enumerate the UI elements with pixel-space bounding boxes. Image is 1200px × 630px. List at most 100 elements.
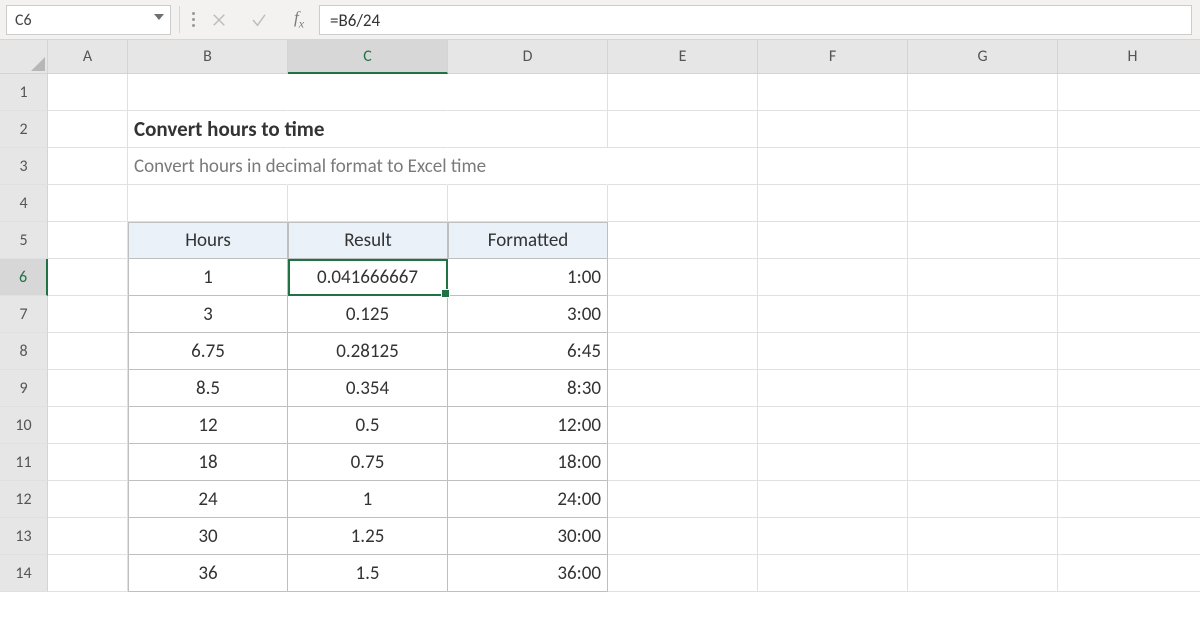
col-header-d[interactable]: D — [448, 40, 608, 74]
cell[interactable] — [758, 518, 908, 555]
cells-area[interactable]: Convert hours to time Convert hours in d… — [48, 74, 1200, 592]
cell[interactable] — [48, 333, 128, 370]
row-header-12[interactable]: 12 — [0, 481, 48, 518]
cell[interactable] — [758, 333, 908, 370]
table-cell[interactable]: 6.75 — [128, 333, 288, 370]
cell[interactable] — [288, 185, 448, 222]
cell[interactable] — [908, 407, 1058, 444]
cell[interactable] — [1058, 518, 1200, 555]
row-header-7[interactable]: 7 — [0, 296, 48, 333]
cell[interactable] — [608, 185, 758, 222]
cell[interactable] — [908, 333, 1058, 370]
cell[interactable] — [758, 481, 908, 518]
table-cell[interactable]: 36:00 — [448, 555, 608, 592]
table-cell[interactable]: 1:00 — [448, 259, 608, 296]
table-cell[interactable]: 0.75 — [288, 444, 448, 481]
row-header-4[interactable]: 4 — [0, 185, 48, 222]
cell[interactable] — [608, 333, 758, 370]
cell[interactable] — [608, 111, 758, 148]
cell[interactable] — [608, 481, 758, 518]
cell[interactable] — [1058, 333, 1200, 370]
cell[interactable] — [48, 407, 128, 444]
row-header-1[interactable]: 1 — [0, 74, 48, 111]
cell[interactable] — [758, 74, 908, 111]
col-header-g[interactable]: G — [908, 40, 1058, 74]
table-cell[interactable]: 18:00 — [448, 444, 608, 481]
cell[interactable] — [48, 222, 128, 259]
table-cell[interactable]: 0.354 — [288, 370, 448, 407]
table-cell[interactable]: 1 — [288, 481, 448, 518]
cell[interactable] — [288, 74, 448, 111]
cell[interactable] — [908, 148, 1058, 185]
table-header-formatted[interactable]: Formatted — [448, 222, 608, 259]
table-cell[interactable]: 24 — [128, 481, 288, 518]
table-cell[interactable]: 18 — [128, 444, 288, 481]
cell[interactable] — [448, 185, 608, 222]
col-header-c[interactable]: C — [288, 40, 448, 74]
cell[interactable] — [608, 370, 758, 407]
cell[interactable] — [758, 185, 908, 222]
table-cell[interactable]: 30 — [128, 518, 288, 555]
row-header-2[interactable]: 2 — [0, 111, 48, 148]
cell[interactable] — [288, 111, 448, 148]
enter-icon[interactable] — [239, 0, 279, 39]
drag-handle-icon[interactable] — [188, 0, 199, 39]
cell[interactable] — [608, 222, 758, 259]
cell[interactable] — [1058, 259, 1200, 296]
table-cell[interactable]: 0.125 — [288, 296, 448, 333]
col-header-a[interactable]: A — [48, 40, 128, 74]
fx-icon[interactable]: fx — [279, 0, 319, 39]
cell[interactable] — [908, 259, 1058, 296]
cell[interactable] — [48, 148, 128, 185]
col-header-f[interactable]: F — [758, 40, 908, 74]
cell[interactable] — [48, 74, 128, 111]
cell[interactable] — [448, 111, 608, 148]
cell[interactable] — [1058, 185, 1200, 222]
cell[interactable] — [48, 259, 128, 296]
cell[interactable] — [758, 111, 908, 148]
cell[interactable] — [288, 148, 448, 185]
table-cell[interactable]: 12 — [128, 407, 288, 444]
row-header-11[interactable]: 11 — [0, 444, 48, 481]
table-header-result[interactable]: Result — [288, 222, 448, 259]
cell[interactable] — [758, 407, 908, 444]
cell[interactable] — [1058, 407, 1200, 444]
cell[interactable] — [608, 444, 758, 481]
cell[interactable] — [608, 555, 758, 592]
row-header-13[interactable]: 13 — [0, 518, 48, 555]
table-cell[interactable]: 6:45 — [448, 333, 608, 370]
cell[interactable] — [48, 370, 128, 407]
cell[interactable] — [608, 518, 758, 555]
table-cell[interactable]: 30:00 — [448, 518, 608, 555]
cell[interactable] — [128, 185, 288, 222]
cell[interactable] — [908, 222, 1058, 259]
col-header-e[interactable]: E — [608, 40, 758, 74]
row-header-3[interactable]: 3 — [0, 148, 48, 185]
row-header-14[interactable]: 14 — [0, 555, 48, 592]
cell[interactable] — [608, 407, 758, 444]
row-header-9[interactable]: 9 — [0, 370, 48, 407]
cell[interactable] — [48, 444, 128, 481]
col-header-b[interactable]: B — [128, 40, 288, 74]
table-cell[interactable]: 3 — [128, 296, 288, 333]
table-cell[interactable]: 1.5 — [288, 555, 448, 592]
cell[interactable] — [48, 481, 128, 518]
name-box[interactable]: C6 — [6, 5, 171, 35]
cell[interactable] — [48, 518, 128, 555]
cell[interactable] — [48, 185, 128, 222]
cell[interactable] — [908, 185, 1058, 222]
cell[interactable] — [608, 148, 758, 185]
cell[interactable] — [608, 74, 758, 111]
select-all-corner[interactable] — [0, 40, 48, 74]
table-cell[interactable]: 24:00 — [448, 481, 608, 518]
cell[interactable] — [908, 518, 1058, 555]
cell[interactable] — [448, 148, 608, 185]
cell[interactable] — [758, 148, 908, 185]
table-cell[interactable]: 8:30 — [448, 370, 608, 407]
cell[interactable] — [758, 555, 908, 592]
formula-input[interactable]: =B6/24 — [319, 5, 1192, 35]
cell[interactable] — [1058, 444, 1200, 481]
cell[interactable] — [1058, 74, 1200, 111]
cell[interactable] — [1058, 111, 1200, 148]
cell[interactable] — [448, 74, 608, 111]
